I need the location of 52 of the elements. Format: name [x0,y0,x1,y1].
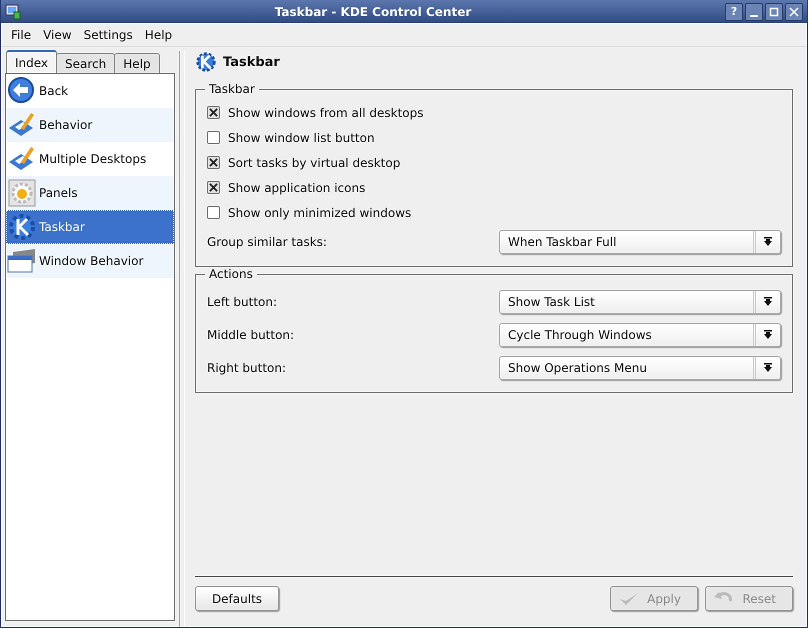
checkbox-label[interactable]: Show window list button [228,130,375,144]
checkbox[interactable] [207,181,220,194]
gear-icon [7,178,37,208]
field-label: Group similar tasks: [207,234,327,248]
checkbox[interactable] [207,131,220,144]
tab[interactable]: Search [56,53,116,73]
checkmark-icon [619,590,639,606]
gear-icon [195,51,217,73]
close-button[interactable] [785,2,803,20]
minimize-button[interactable] [745,2,763,20]
window-title: Taskbar - KDE Control Center [274,4,472,18]
menu-item[interactable]: File [5,28,38,42]
sidebar-item[interactable]: Behavior [6,108,174,142]
field-label: Middle button: [207,328,294,342]
module-title: Taskbar [223,54,280,70]
dropdown-arrow-icon [763,236,773,246]
sidebar-item[interactable]: Window Behavior [6,244,174,278]
minimize-icon [749,14,759,16]
checkbox-label[interactable]: Sort tasks by virtual desktop [228,156,400,170]
dropdown[interactable]: Show Task List [499,290,781,314]
sidebar-item[interactable]: Panels [6,176,174,210]
checkbox[interactable] [207,156,220,169]
checkbox-label[interactable]: Show application icons [228,180,366,194]
dropdown-arrow-icon [763,362,773,372]
monitor-icon [5,4,21,20]
defaults-button[interactable]: Defaults [195,586,279,611]
menu-item[interactable]: Help [138,28,178,42]
tab[interactable]: Index [6,50,58,73]
sidebar-item[interactable]: Taskbar [6,210,174,244]
checkbox[interactable] [207,106,220,119]
tab[interactable]: Help [114,53,160,73]
dropdown-arrow-icon [763,330,773,340]
dropdown[interactable]: When Taskbar Full [499,230,781,254]
maximize-button[interactable] [765,2,783,20]
checkbox[interactable] [207,206,220,219]
gear-icon [7,212,37,242]
group-title: Taskbar [205,82,259,96]
menu-item[interactable]: View [37,28,78,42]
maximize-icon [769,6,779,16]
sidebar-item[interactable]: Back [6,74,174,108]
checkbox-label[interactable]: Show windows from all desktops [228,106,424,120]
help-button[interactable]: ? [725,2,743,20]
menu-item[interactable]: Settings [78,28,139,42]
dropdown-arrow-icon [763,296,773,306]
field-label: Left button: [207,294,278,308]
dropdown[interactable]: Cycle Through Windows [499,322,781,346]
group-title: Actions [205,267,257,281]
checkbox-label[interactable]: Show only minimized windows [228,206,412,220]
dropdown[interactable]: Show Operations Menu [499,356,781,380]
field-label: Right button: [207,360,286,374]
sidebar-item[interactable]: Multiple Desktops [6,142,174,176]
close-icon [789,6,799,16]
